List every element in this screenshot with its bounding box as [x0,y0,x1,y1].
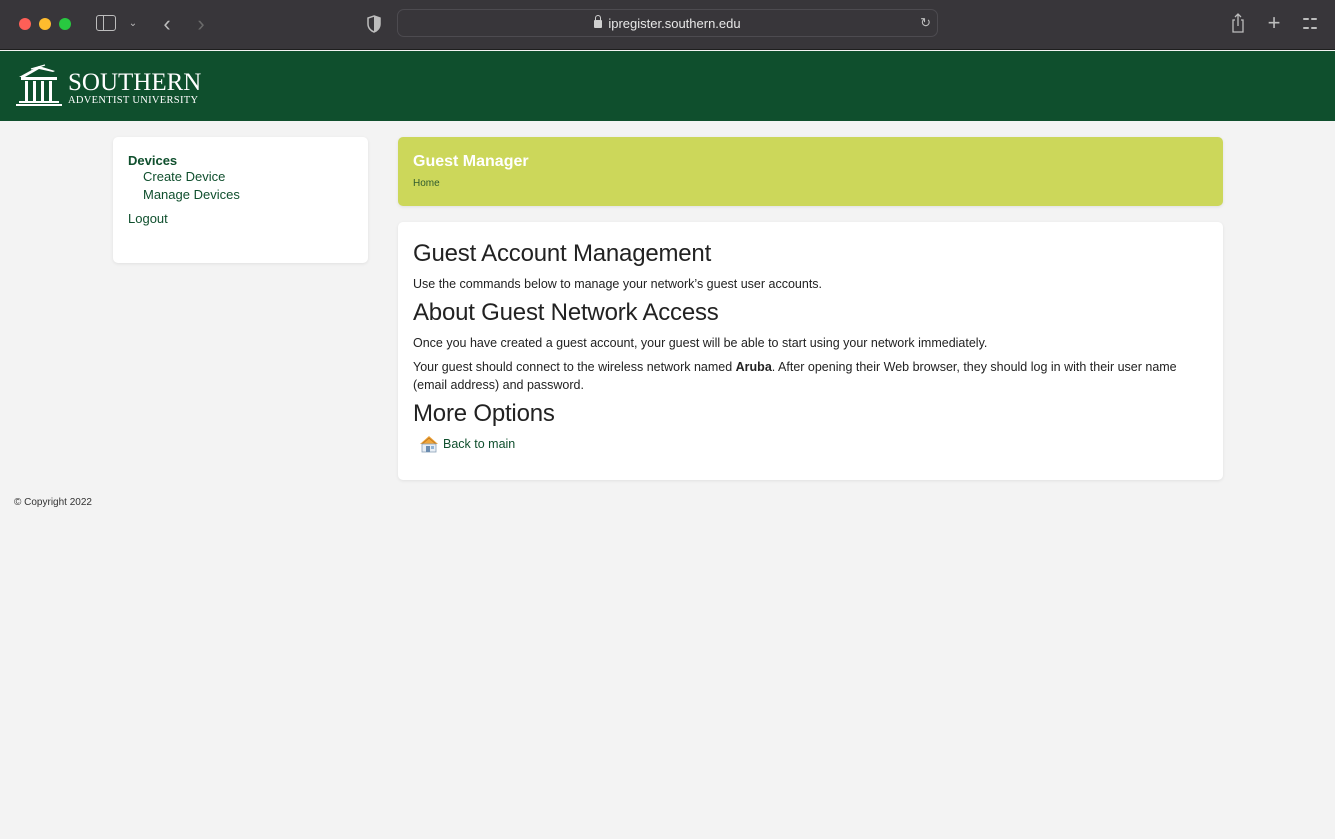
sidebar-section-devices[interactable]: Devices [128,154,353,168]
plus-icon[interactable]: + [1265,10,1283,35]
access-paragraph: Once you have created a guest account, y… [413,336,988,350]
shield-icon[interactable] [366,15,382,33]
intro-text: Use the commands below to manage your ne… [413,277,823,291]
sidebar-nav: Devices Create Device Manage Devices Log… [113,137,368,263]
forward-icon[interactable]: › [192,11,210,36]
share-icon[interactable] [1230,12,1246,34]
copyright-footer: © Copyright 2022 [14,497,92,508]
back-icon[interactable]: ‹ [158,11,176,36]
logo-sub-text: ADVENTIST UNIVERSITY [68,95,199,106]
heading-guest-account-management: Guest Account Management [413,240,712,267]
zoom-window-button[interactable] [59,18,71,30]
reload-icon[interactable]: ↻ [920,15,931,31]
heading-more-options: More Options [413,400,555,427]
site-header: SOUTHERN ADVENTIST UNIVERSITY [0,51,1335,121]
close-window-button[interactable] [19,18,31,30]
breadcrumb-home[interactable]: Home [413,178,1208,189]
logo-main-text: SOUTHERN [68,69,202,96]
heading-about-guest-network: About Guest Network Access [413,299,719,326]
lock-icon [594,15,603,28]
building-columns-icon [16,64,62,106]
minimize-window-button[interactable] [39,18,51,30]
address-bar[interactable]: ipregister.southern.edu ↻ [397,9,938,37]
home-icon [420,436,438,453]
url-text: ipregister.southern.edu [608,15,741,31]
network-name: Aruba [735,360,772,374]
sidebar-item-create-device[interactable]: Create Device [143,168,353,186]
browser-toolbar: ⌄ ‹ › ipregister.southern.edu ↻ + [0,0,1335,50]
page-title: Guest Manager [413,153,529,170]
main-content: Guest Account Management Use the command… [398,222,1223,480]
connect-paragraph: Your guest should connect to the wireles… [413,358,1208,394]
sidebar-toggle-icon[interactable] [96,15,116,31]
page-title-banner: Guest Manager Home [398,137,1223,206]
chevron-down-icon[interactable]: ⌄ [127,15,139,31]
connect-text-prefix: Your guest should connect to the wireles… [413,360,736,374]
sidebar-item-manage-devices[interactable]: Manage Devices [143,186,353,204]
back-to-main-option[interactable]: Back to main [418,434,1208,454]
tab-overview-icon[interactable] [1302,16,1317,31]
sidebar-item-logout[interactable]: Logout [128,210,353,228]
university-logo[interactable]: SOUTHERN ADVENTIST UNIVERSITY [15,63,201,107]
back-to-main-link[interactable]: Back to main [443,437,515,451]
